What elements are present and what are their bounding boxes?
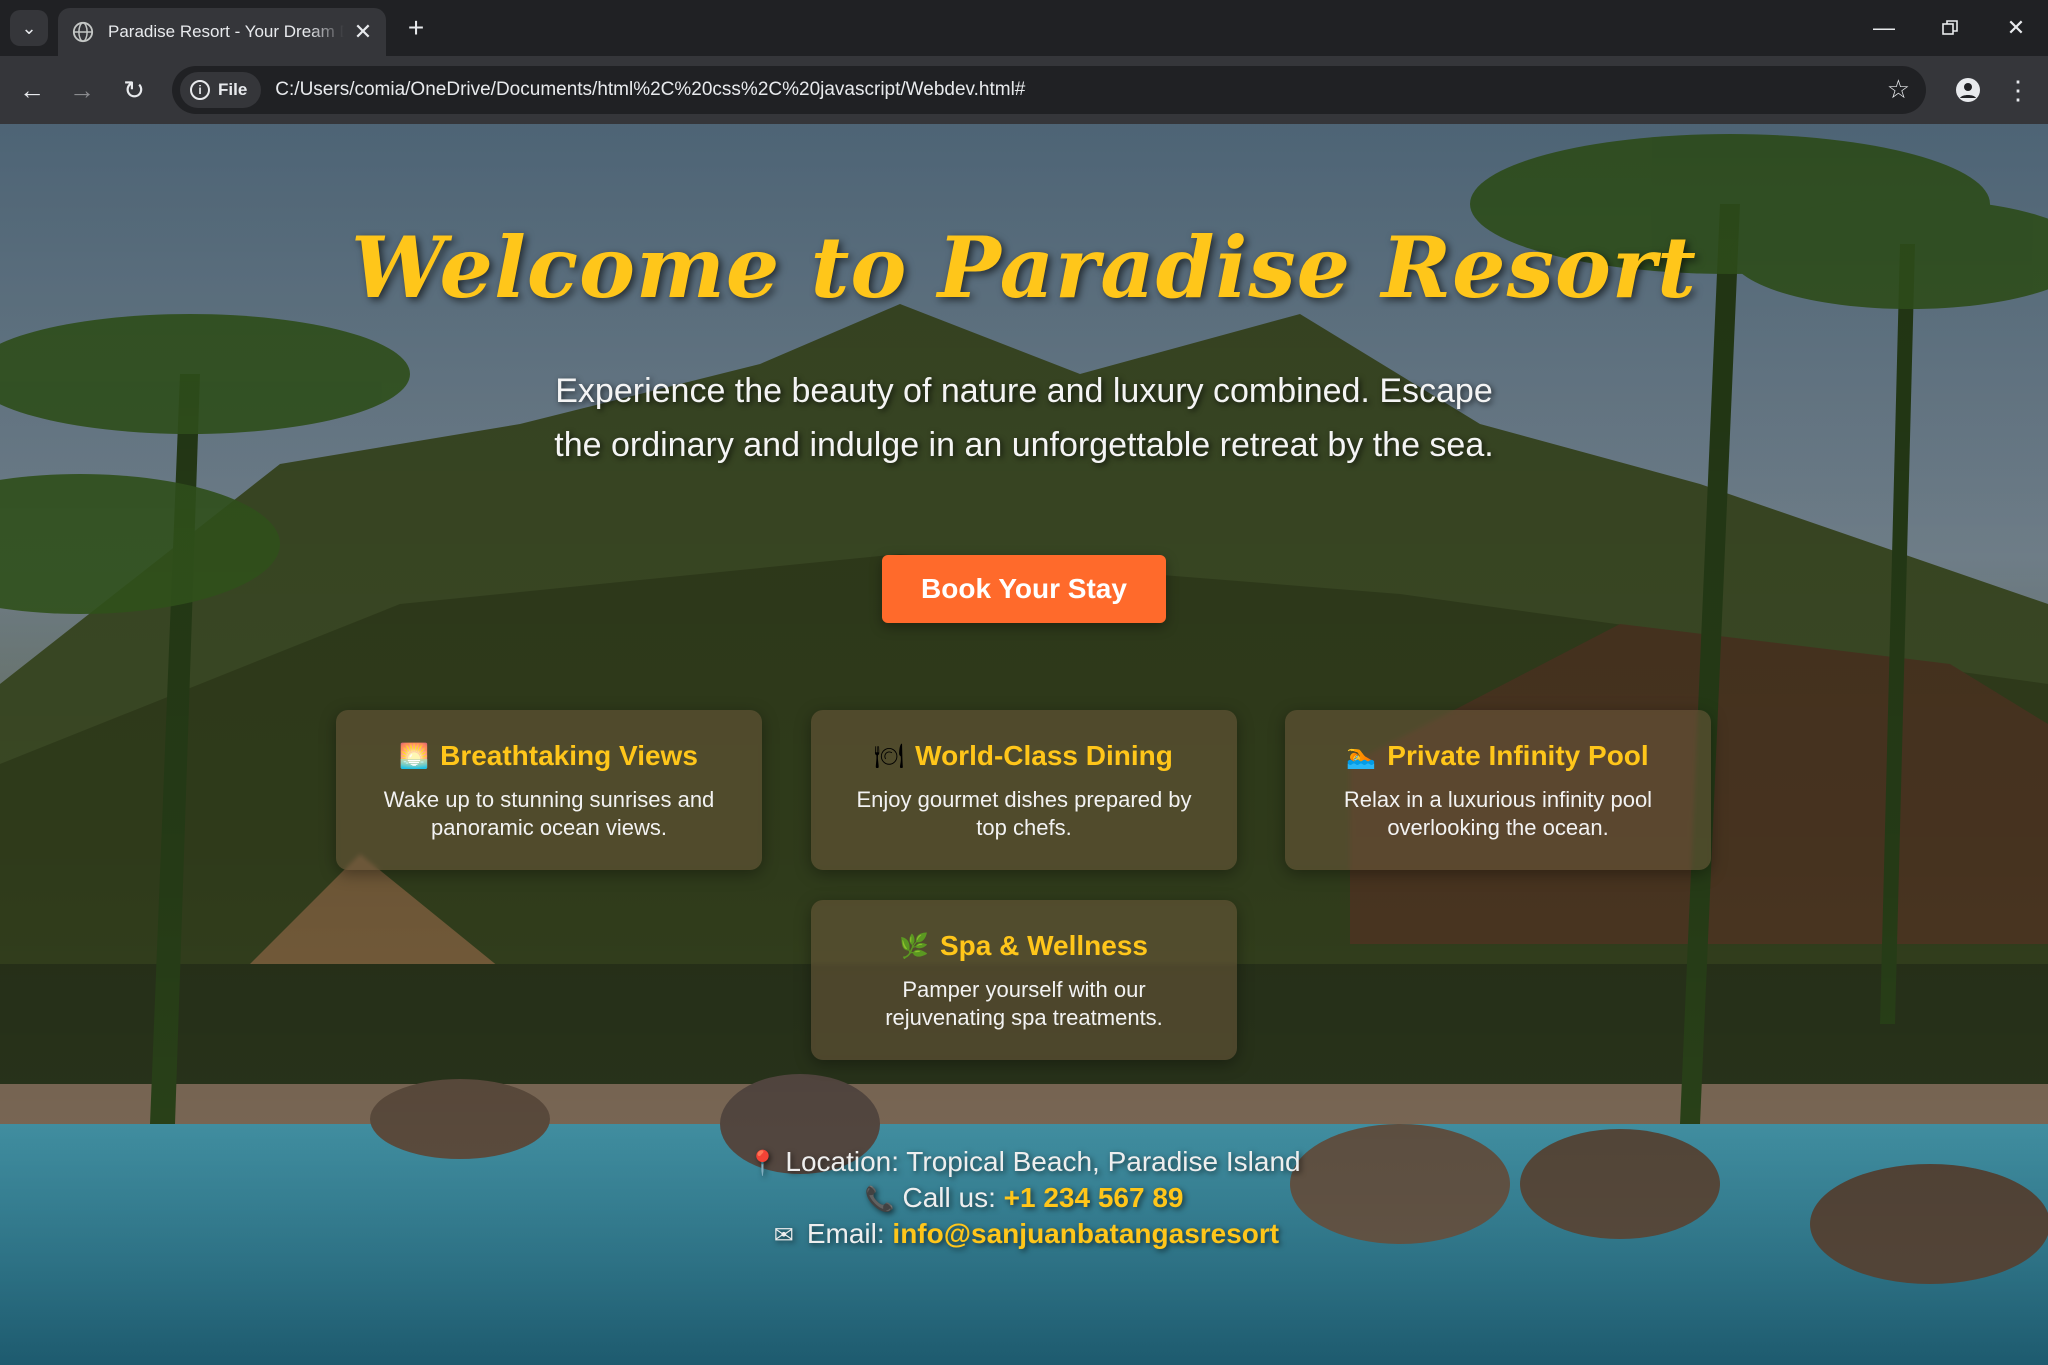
feature-text: Relax in a luxurious infinity pool overl… [1343,787,1653,840]
chevron-down-icon: ⌄ [21,17,37,38]
plate-icon: 🍽 [873,742,905,770]
location-text: Location: Tropical Beach, Paradise Islan… [785,1146,1301,1177]
feature-text: Enjoy gourmet dishes prepared by top che… [856,787,1192,840]
book-your-stay-button[interactable]: Book Your Stay [882,555,1166,623]
feature-title: Private Infinity Pool [1387,740,1649,771]
feature-title: Spa & Wellness [939,930,1148,961]
phone-link[interactable]: +1 234 567 89 [1004,1182,1184,1213]
profile-button[interactable] [1948,70,1988,110]
email-label: Email: [806,1218,885,1249]
kebab-menu-icon: ⋮ [2005,74,2031,105]
hero-subtitle: Experience the beauty of nature and luxu… [554,372,1494,464]
site-info-label: File [218,80,248,99]
star-icon[interactable]: ☆ [1887,74,1910,105]
contact-phone: 📞 Call us: +1 234 567 89 [0,1182,2048,1214]
back-button[interactable]: ← [12,70,52,110]
reload-icon: ↻ [123,74,145,105]
close-icon: ✕ [2006,15,2026,40]
swimmer-icon: 🏊 [1346,742,1377,770]
phone-label: Call us: [902,1182,996,1213]
contact-email: ✉ Email: info@sanjuanbatangasresort [0,1218,2048,1250]
plus-icon: + [407,12,425,43]
feature-text: Wake up to stunning sunrises and panoram… [383,787,715,840]
phone-icon: 📞 [864,1186,895,1213]
feature-title: World-Class Dining [915,740,1173,771]
site-info-chip[interactable]: i File [180,72,262,108]
envelope-icon: ✉ [773,1222,794,1249]
resort-page: Welcome to Paradise Resort Experience th… [0,124,2048,1365]
feature-card-spa: 🌿 Spa & Wellness Pamper yourself with ou… [811,900,1237,1060]
herb-icon: 🌿 [899,932,929,960]
feature-card-dining: 🍽 World-Class Dining Enjoy gourmet dishe… [811,710,1237,870]
feature-card-pool: 🏊 Private Infinity Pool Relax in a luxur… [1285,710,1711,870]
minimize-button[interactable]: — [1852,0,1916,56]
window-close-button[interactable]: ✕ [1984,0,2048,56]
close-icon[interactable]: ✕ [352,19,374,45]
url-text[interactable]: C:/Users/comia/OneDrive/Documents/html%2… [275,79,1025,101]
tab-search-button[interactable]: ⌄ [10,10,48,46]
feature-card-views: 🌅 Breathtaking Views Wake up to stunning… [336,710,762,870]
browser-tab[interactable]: Paradise Resort - Your Dream Destination… [58,8,386,56]
globe-icon [72,21,94,43]
info-icon: i [190,80,210,100]
minimize-icon: — [1873,15,1895,40]
restore-button[interactable] [1918,0,1982,56]
contact-location: 📍 Location: Tropical Beach, Paradise Isla… [0,1146,2048,1178]
hero-title: Welcome to Paradise Resort [351,218,1697,317]
restore-icon [1942,20,1958,35]
new-tab-button[interactable]: + [400,12,432,44]
email-link[interactable]: info@sanjuanbatangasresort [892,1218,1279,1249]
sunrise-icon: 🌅 [399,742,430,770]
tab-title: Paradise Resort - Your Dream Destination [108,22,344,41]
browser-tab-bar: ⌄ Paradise Resort - Your Dream Destinati… [0,0,2048,56]
reload-button[interactable]: ↻ [114,70,154,110]
feature-text: Pamper yourself with our rejuvenating sp… [885,977,1163,1030]
forward-arrow-icon: → [69,74,95,105]
feature-title: Breathtaking Views [440,740,698,771]
profile-icon [1956,78,1980,102]
pin-icon: 📍 [747,1150,778,1177]
browser-toolbar: ← → ↻ i File C:/Users/comia/OneDrive/Doc… [0,56,2048,124]
browser-menu-button[interactable]: ⋮ [2000,70,2036,110]
back-arrow-icon: ← [19,74,45,105]
address-bar[interactable]: i File C:/Users/comia/OneDrive/Documents… [172,66,1926,114]
forward-button[interactable]: → [62,70,102,110]
